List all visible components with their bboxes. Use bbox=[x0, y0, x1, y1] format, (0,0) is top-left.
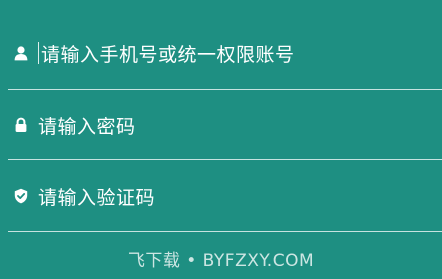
password-underline bbox=[8, 159, 442, 160]
shield-check-icon bbox=[12, 187, 30, 205]
user-icon bbox=[12, 44, 30, 62]
text-cursor bbox=[38, 42, 39, 64]
username-field[interactable]: 请输入手机号或统一权限账号 bbox=[8, 18, 442, 88]
lock-icon bbox=[12, 116, 30, 134]
password-input[interactable]: 请输入密码 bbox=[38, 112, 136, 139]
password-field[interactable]: 请输入密码 bbox=[8, 90, 442, 160]
captcha-field[interactable]: 请输入验证码 bbox=[8, 161, 442, 231]
login-form: 请输入手机号或统一权限账号 请输入密码 请输入验证码 飞下载 • BYFZXY.… bbox=[0, 0, 442, 279]
captcha-input[interactable]: 请输入验证码 bbox=[38, 183, 155, 210]
username-input[interactable]: 请输入手机号或统一权限账号 bbox=[41, 40, 295, 67]
captcha-underline bbox=[8, 231, 442, 232]
watermark: 飞下载 • BYFZXY.COM bbox=[127, 251, 315, 271]
